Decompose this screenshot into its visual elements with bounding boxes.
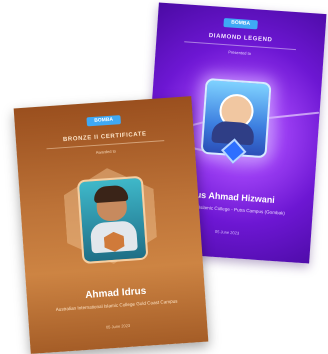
avatar-hair bbox=[93, 184, 129, 204]
brand-logo: BOMBA bbox=[86, 115, 121, 127]
awarded-to-label: Presented to bbox=[228, 49, 252, 56]
avatar-badge bbox=[200, 77, 272, 164]
awarded-to-label: Awarded to bbox=[95, 148, 117, 155]
brand-logo: BOMBA bbox=[223, 18, 258, 30]
certificate-date: 05 June 2023 bbox=[105, 322, 131, 330]
avatar-badge bbox=[76, 175, 149, 265]
bronze-certificate-card: BOMBA BRONZE II CERTIFICATE Awarded to A… bbox=[13, 96, 209, 354]
